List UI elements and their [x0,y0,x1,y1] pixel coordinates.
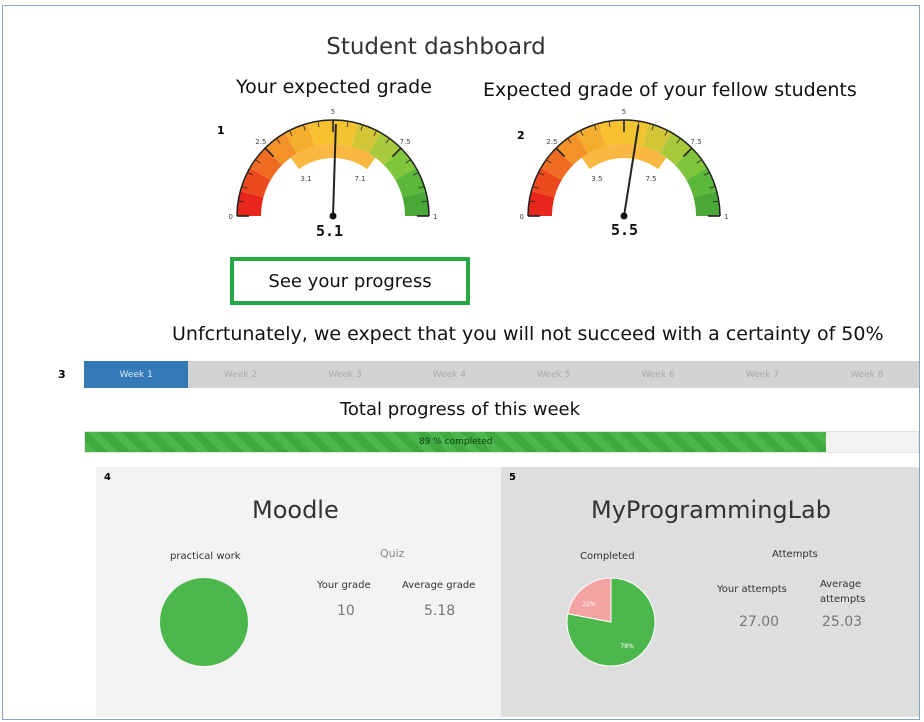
your-grade-value: 10 [337,603,355,619]
gauge-2-tick-label-q1: 2.5 [546,138,557,146]
gauge-2: 0 2.5 5 7.5 10 3.5 7.5 [520,108,729,221]
tab-week-2[interactable]: Week 2 [188,361,292,388]
gauge-1-tick-label-q3: 7.5 [400,138,411,146]
week-tabs: Week 1 Week 2 Week 3 Week 4 Week 5 Week … [84,361,919,388]
tab-week-4[interactable]: Week 4 [397,361,501,388]
prediction-warning: Unfcrtunately, we expect that you will n… [172,323,884,345]
average-grade-label: Average grade [402,580,476,591]
tab-week-5[interactable]: Week 5 [502,361,606,388]
tab-week-1[interactable]: Week 1 [84,361,189,388]
gauge-1-tick-label-inner_low: 3.1 [300,175,311,183]
see-progress-button[interactable]: See your progress [230,257,470,305]
your-attempts-value: 27.00 [739,614,780,630]
completed-pie-slice-remaining [567,577,612,623]
tab-week-8[interactable]: Week 8 [815,361,919,388]
gauge-1-value: 5.1 [316,222,344,240]
your-attempts-label: Your attempts [717,584,787,595]
completed-pie-done-label: 78% [620,643,634,650]
practical-work-pie [160,578,248,666]
gauge-2-tick-label-q3: 7.5 [691,138,702,146]
completed-label: Completed [580,551,635,562]
weeks-marker: 3 [58,368,66,381]
gauge-1-needle-hub [329,212,337,220]
mpl-title: MyProgrammingLab [591,496,831,524]
quiz-label: Quiz [380,547,405,560]
total-progress-fill: 89 % completed [85,432,827,452]
moodle-panel-marker: 4 [104,472,111,483]
mpl-panel-marker: 5 [509,472,516,483]
your-grade-label: Your grade [317,580,371,591]
gauge-2-tick-label-mid: 5 [622,108,626,116]
average-grade-value: 5.18 [424,603,456,619]
gauge-1-tick-label-inner_high: 7.1 [354,175,365,183]
tab-week-3[interactable]: Week 3 [293,361,397,388]
average-attempts-value: 25.03 [822,614,863,630]
completed-pie: 78% 22% [566,577,656,667]
gauge-1-tick-label-min: 0 [229,213,233,221]
gauge-1: 0 2.5 5 7.5 10 3.1 7.1 [229,108,438,221]
gauge-2-needle-hub [620,212,628,220]
practical-work-pie-slice [160,578,248,666]
gauge-2-tick-label-max: 10 [724,213,729,221]
gauge-2-title: Expected grade of your fellow students [483,79,857,101]
total-progress-title: Total progress of this week [339,399,581,420]
total-progress-bar: 89 % completed [84,431,919,453]
page-title: Student dashboard [326,34,546,60]
gauge-2-value: 5.5 [611,221,639,239]
gauge-2-tick-label-min: 0 [520,213,524,221]
tab-week-6[interactable]: Week 6 [606,361,710,388]
practical-work-label: practical work [170,551,241,562]
gauge-1-title: Your expected grade [236,76,432,98]
gauge-2-tick-label-inner_high: 7.5 [645,175,656,183]
gauge-1-tick-label-max: 10 [433,213,438,221]
moodle-title: Moodle [252,496,339,524]
attempts-label: Attempts [772,549,818,560]
gauge-1-tick-label-q1: 2.5 [255,138,266,146]
gauge-1-tick-label-mid: 5 [331,108,335,116]
tab-week-7[interactable]: Week 7 [710,361,814,388]
average-attempts-label: Average attempts [820,579,866,605]
gauge-2-tick-label-inner_low: 3.5 [591,175,602,183]
completed-pie-remaining-label: 22% [582,601,596,608]
gauge-1-marker: 1 [217,124,225,137]
